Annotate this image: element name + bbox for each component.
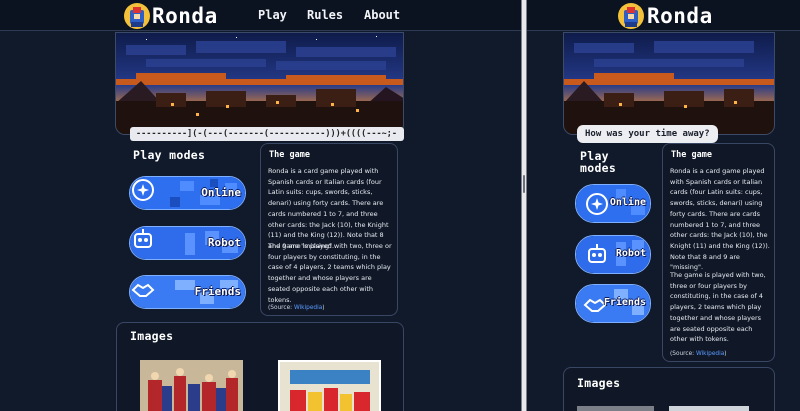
- friends-label-right: Friends: [603, 297, 646, 308]
- robot-face-icon: [588, 244, 606, 263]
- images-title: Images: [130, 329, 174, 343]
- source-suffix: ): [322, 305, 325, 311]
- nav-about[interactable]: About: [364, 8, 400, 22]
- game-paragraph-2-right: The game is played with two, three or fo…: [670, 271, 766, 344]
- brand-name-right[interactable]: Ronda: [647, 4, 713, 28]
- robot-label-right: Robot: [615, 248, 646, 259]
- wikipedia-link[interactable]: Wikipedia: [294, 305, 322, 311]
- robot-button[interactable]: Robot: [129, 226, 246, 260]
- logo-icon[interactable]: [123, 2, 151, 30]
- status-text: ----------](-(---(-------(-----------)))…: [130, 127, 404, 141]
- play-modes-title: Play modes: [133, 148, 206, 162]
- globe-sparkle-icon: [586, 193, 608, 215]
- image-thumbnail-1-right[interactable]: [577, 406, 654, 411]
- logo-icon[interactable]: [617, 2, 645, 30]
- game-paragraph-1-right: Ronda is a card game played with Spanish…: [670, 167, 770, 272]
- images-card: Images: [116, 322, 404, 411]
- divider-grip[interactable]: [523, 175, 525, 193]
- friends-button-right[interactable]: Friends: [575, 284, 651, 323]
- hero-banner-right: [563, 32, 775, 135]
- game-title-right: The game: [671, 150, 712, 160]
- top-nav: Ronda Play Rules About: [0, 0, 521, 31]
- images-title-right: Images: [577, 376, 621, 390]
- source-suffix: ): [724, 351, 727, 357]
- handshake-icon: [131, 283, 155, 297]
- nav-play[interactable]: Play: [258, 8, 287, 22]
- game-info-card-right: The game Ronda is a card game played wit…: [662, 143, 775, 362]
- friends-button[interactable]: Friends: [129, 275, 246, 309]
- online-button[interactable]: Online: [129, 176, 246, 210]
- globe-sparkle-icon: [132, 179, 154, 201]
- source-prefix: (Source:: [268, 305, 294, 311]
- image-thumbnail-1[interactable]: [140, 360, 243, 411]
- images-card-right: Images: [563, 367, 775, 411]
- game-paragraph-2: The game is played with two, three or fo…: [268, 242, 392, 304]
- game-source: (Source: Wikipedia): [268, 305, 325, 311]
- play-modes-title-right: Play modes: [580, 149, 617, 175]
- robot-button-right[interactable]: Robot: [575, 235, 651, 274]
- image-thumbnail-2[interactable]: [278, 360, 381, 411]
- game-info-card: The game Ronda is a card game played wit…: [260, 143, 398, 316]
- welcome-back-bubble: How was your time away?: [577, 125, 718, 143]
- game-paragraph-1: Ronda is a card game played with Spanish…: [268, 167, 389, 250]
- robot-face-icon: [134, 229, 152, 248]
- top-nav-right: Ronda: [527, 0, 800, 31]
- online-button-right[interactable]: Online: [575, 184, 651, 223]
- hero-banner: [115, 32, 404, 135]
- online-label-right: Online: [609, 197, 646, 208]
- image-thumbnail-2-right[interactable]: [669, 406, 749, 411]
- robot-label: Robot: [207, 236, 241, 249]
- game-source-right: (Source: Wikipedia): [670, 351, 727, 357]
- online-label: Online: [201, 186, 241, 199]
- game-title: The game: [269, 150, 310, 160]
- friends-label: Friends: [194, 285, 241, 298]
- nav-rules[interactable]: Rules: [307, 8, 343, 22]
- brand-name[interactable]: Ronda: [152, 4, 218, 28]
- right-window: Ronda How was your time away? Play modes: [527, 0, 800, 411]
- wikipedia-link[interactable]: Wikipedia: [696, 351, 724, 357]
- source-prefix: (Source:: [670, 351, 696, 357]
- left-window: Ronda Play Rules About ----------](-(---…: [0, 0, 521, 411]
